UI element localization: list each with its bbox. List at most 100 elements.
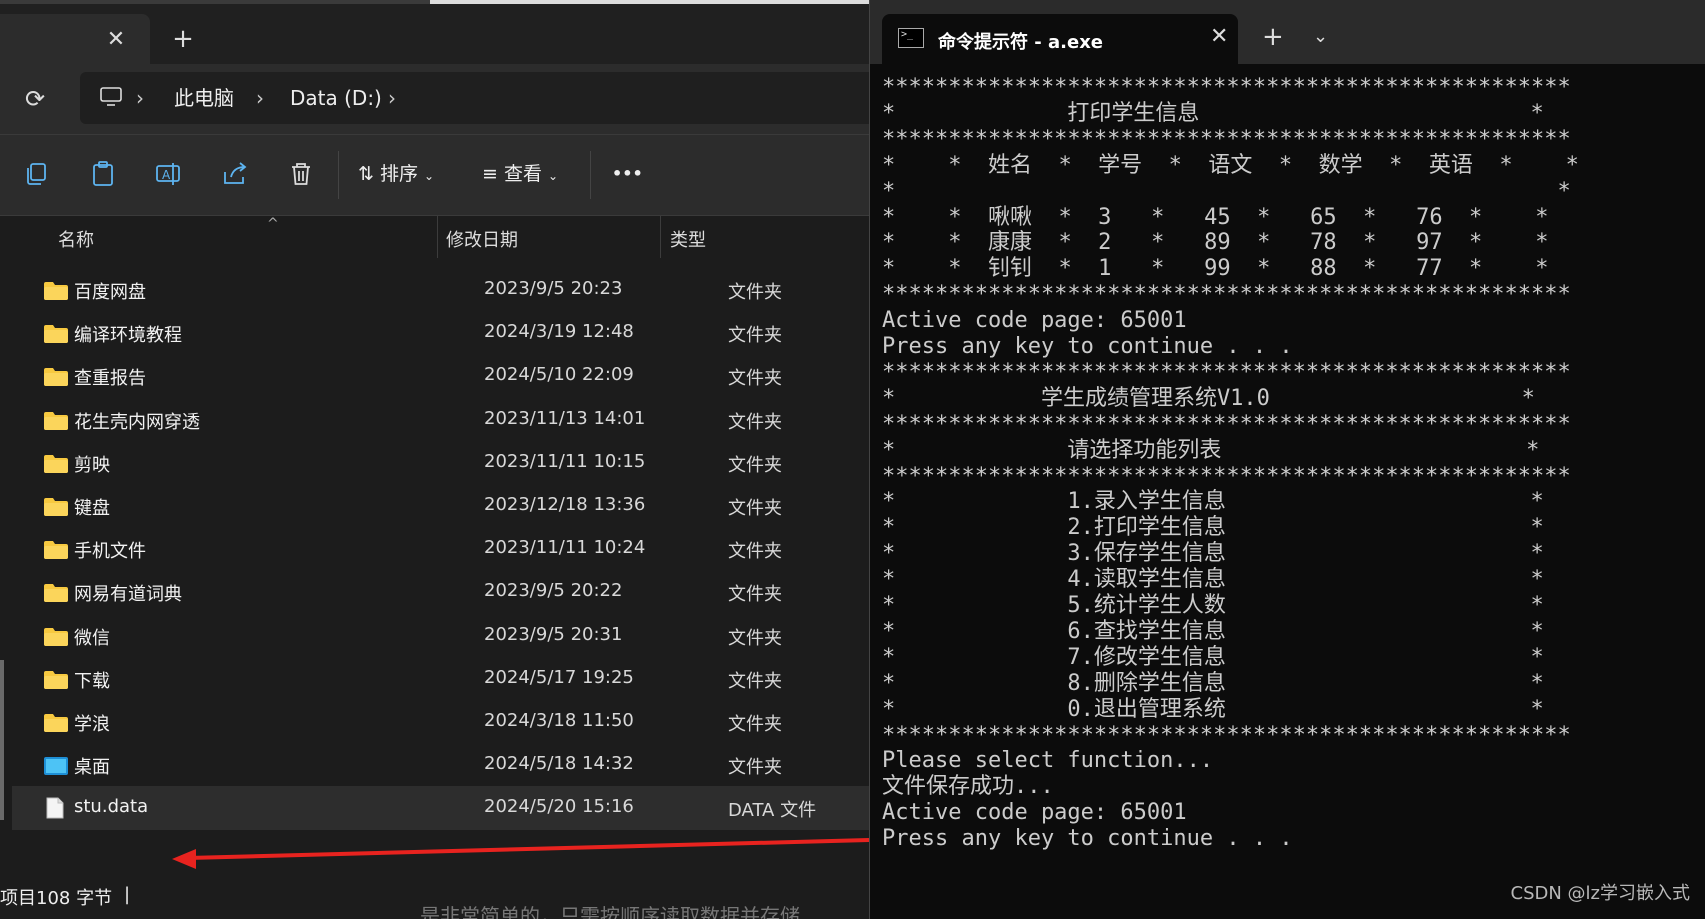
folder-icon bbox=[44, 368, 68, 387]
new-tab-button[interactable]: + bbox=[168, 24, 198, 54]
file-modified-date: 2023/11/11 10:15 bbox=[484, 450, 646, 472]
chevron-down-icon: ⌄ bbox=[548, 169, 559, 183]
close-icon[interactable]: ✕ bbox=[1210, 24, 1228, 49]
folder-icon bbox=[44, 325, 68, 344]
file-name: stu.data bbox=[74, 796, 149, 818]
file-modified-date: 2023/11/13 14:01 bbox=[484, 407, 646, 429]
folder-icon bbox=[44, 584, 68, 603]
delete-icon[interactable] bbox=[286, 159, 316, 189]
file-type: 文件夹 bbox=[728, 411, 782, 433]
list-item[interactable]: 手机文件 2023/11/11 10:24 文件夹 bbox=[12, 527, 869, 571]
console-line: * * 姓名 * 学号 * 语文 * 数学 * 英语 * * bbox=[882, 152, 1579, 178]
paste-icon[interactable] bbox=[88, 159, 118, 189]
console-line: * 3.保存学生信息 * bbox=[882, 541, 1544, 567]
list-item[interactable]: 花生壳内网穿透 2023/11/13 14:01 文件夹 bbox=[12, 398, 869, 442]
refresh-icon[interactable]: ⟳ bbox=[20, 84, 50, 114]
chevron-down-icon[interactable]: ⌄ bbox=[1313, 26, 1328, 47]
console-line: ****************************************… bbox=[882, 75, 1571, 100]
toolbar-separator bbox=[338, 151, 339, 199]
chevron-right-icon[interactable]: › bbox=[256, 86, 264, 110]
folder-icon bbox=[44, 714, 68, 732]
console-line: * 5.统计学生人数 * bbox=[882, 593, 1544, 618]
file-type: 文件夹 bbox=[728, 714, 782, 735]
console-line: ****************************************… bbox=[882, 359, 1571, 385]
console-tab[interactable]: 命令提示符 - a.exe ✕ bbox=[882, 14, 1238, 64]
list-item[interactable]: 微信 2023/9/5 20:31 文件夹 bbox=[12, 614, 869, 658]
sort-button[interactable]: ⇅ 排序 ⌄ bbox=[358, 159, 434, 189]
file-name: 百度网盘 bbox=[74, 282, 146, 303]
file-name: 键盘 bbox=[74, 498, 110, 519]
column-header-row: ^ 名称 修改日期 类型 bbox=[12, 216, 869, 260]
rename-icon[interactable]: A bbox=[154, 159, 184, 189]
share-icon[interactable] bbox=[220, 159, 250, 189]
file-name: 剪映 bbox=[74, 454, 110, 476]
file-name: 学浪 bbox=[74, 714, 110, 735]
scrollbar[interactable] bbox=[0, 660, 4, 820]
file-name: 编译环境教程 bbox=[74, 325, 182, 347]
explorer-tab[interactable]: ✕ bbox=[0, 14, 150, 68]
svg-text:A: A bbox=[162, 168, 171, 182]
view-button[interactable]: ≡ 查看 ⌄ bbox=[482, 159, 558, 189]
file-type: 文件夹 bbox=[728, 627, 782, 649]
list-item[interactable]: stu.data 2024/5/20 15:16 DATA 文件 bbox=[12, 786, 869, 831]
console-line: Press any key to continue . . . bbox=[882, 334, 1293, 359]
explorer-tab-bar: ✕ + bbox=[0, 4, 869, 68]
computer-icon bbox=[100, 87, 122, 106]
list-item[interactable]: 编译环境教程 2024/3/19 12:48 文件夹 bbox=[12, 311, 869, 355]
list-item[interactable]: 百度网盘 2023/9/5 20:23 文件夹 bbox=[12, 268, 869, 312]
file-modified-date: 2023/12/18 13:36 bbox=[484, 494, 646, 515]
console-line: ****************************************… bbox=[882, 463, 1571, 489]
column-divider[interactable] bbox=[437, 216, 438, 258]
breadcrumb-this-pc[interactable]: 此电脑 bbox=[174, 86, 234, 110]
file-name: 桌面 bbox=[74, 757, 110, 779]
file-modified-date: 2024/3/19 12:48 bbox=[484, 321, 634, 343]
list-item[interactable]: 下载 2024/5/17 19:25 文件夹 bbox=[12, 657, 869, 701]
list-item[interactable]: 桌面 2024/5/18 14:32 文件夹 bbox=[12, 743, 869, 787]
chevron-right-icon[interactable]: › bbox=[136, 86, 144, 110]
console-line: * 1.录入学生信息 * bbox=[882, 489, 1544, 515]
close-icon[interactable]: ✕ bbox=[102, 26, 130, 54]
folder-icon bbox=[44, 411, 68, 430]
view-label: 查看 bbox=[503, 163, 542, 185]
new-tab-button[interactable]: + bbox=[1262, 22, 1284, 52]
folder-icon bbox=[44, 454, 68, 473]
status-item-count: 项目 bbox=[0, 888, 36, 909]
console-line: Please select function... bbox=[882, 748, 1214, 774]
folder-icon bbox=[44, 541, 68, 560]
file-name: 微信 bbox=[74, 627, 110, 649]
view-icon: ≡ bbox=[482, 163, 498, 185]
command-bar: A ⇅ 排序 ⌄ ≡ 查看 ⌄ ••• bbox=[0, 135, 869, 216]
list-item[interactable]: 键盘 2023/12/18 13:36 文件夹 bbox=[12, 484, 869, 528]
file-type: 文件夹 bbox=[728, 757, 782, 779]
file-type: 文件夹 bbox=[728, 282, 782, 303]
folder-icon bbox=[44, 627, 68, 646]
chevron-right-icon[interactable]: › bbox=[388, 86, 396, 110]
column-divider[interactable] bbox=[660, 216, 661, 258]
list-item[interactable]: 学浪 2024/3/18 11:50 文件夹 bbox=[12, 700, 869, 744]
column-header-type[interactable]: 类型 bbox=[670, 226, 706, 252]
console-title-bar: 命令提示符 - a.exe ✕ + ⌄ bbox=[870, 0, 1705, 64]
file-name: 下载 bbox=[74, 670, 110, 692]
file-type: 文件夹 bbox=[728, 368, 782, 390]
console-line: 文件保存成功... bbox=[882, 774, 1054, 800]
watermark: CSDN @lz学习嵌入式 bbox=[1510, 883, 1691, 904]
list-item[interactable]: 网易有道词典 2023/9/5 20:22 文件夹 bbox=[12, 570, 869, 614]
breadcrumb[interactable]: › 此电脑 › Data (D:) › bbox=[80, 72, 869, 124]
console-line: Press any key to continue . . . bbox=[882, 826, 1293, 852]
column-header-name[interactable]: 名称 bbox=[58, 226, 94, 252]
file-modified-date: 2023/9/5 20:22 bbox=[484, 580, 623, 602]
column-header-date[interactable]: 修改日期 bbox=[446, 226, 518, 252]
file-type: DATA 文件 bbox=[728, 800, 817, 822]
background-text: 是非常简单的，只需按顺序读取数据并存储 bbox=[420, 904, 800, 919]
console-line: * 4.读取学生信息 * bbox=[882, 567, 1544, 593]
list-item[interactable]: 剪映 2023/11/11 10:15 文件夹 bbox=[12, 441, 869, 485]
breadcrumb-data-drive[interactable]: Data (D:) bbox=[290, 86, 382, 110]
console-line: * 0.退出管理系统 * bbox=[882, 696, 1544, 722]
file-name: 花生壳内网穿透 bbox=[74, 411, 200, 433]
more-options-button[interactable]: ••• bbox=[612, 159, 643, 189]
file-modified-date: 2023/9/5 20:31 bbox=[484, 623, 623, 645]
list-item[interactable]: 查重报告 2024/5/10 22:09 文件夹 bbox=[12, 354, 869, 398]
console-line: * * 康康 * 2 * 89 * 78 * 97 * * bbox=[882, 230, 1549, 256]
copy-icon[interactable] bbox=[22, 159, 52, 189]
console-line: ****************************************… bbox=[882, 126, 1571, 152]
